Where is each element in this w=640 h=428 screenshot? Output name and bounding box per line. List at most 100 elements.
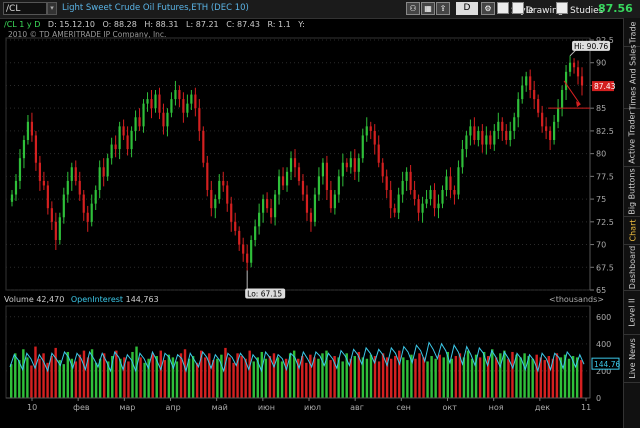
tab-level-ii[interactable]: Level II bbox=[624, 290, 640, 335]
volume-bar bbox=[264, 358, 268, 398]
tab-active-trader[interactable]: Active Trader bbox=[624, 108, 640, 167]
candle-body bbox=[130, 130, 133, 150]
candle-body bbox=[38, 162, 41, 181]
candle-body bbox=[309, 212, 313, 222]
volume-bar bbox=[284, 358, 288, 398]
time-axis-label: июн bbox=[258, 403, 275, 412]
volume-bar bbox=[280, 361, 284, 398]
candle-body bbox=[305, 194, 309, 213]
candle-body bbox=[576, 67, 580, 77]
volume-bar bbox=[163, 360, 167, 398]
volume-bar bbox=[422, 357, 425, 398]
volume-bar bbox=[353, 356, 357, 398]
volume-bar bbox=[183, 349, 187, 398]
time-axis-label: ноя bbox=[489, 403, 504, 412]
volume-bar bbox=[523, 353, 526, 398]
volume-bar bbox=[394, 356, 397, 398]
volume-bar bbox=[507, 358, 510, 398]
volume-bar bbox=[478, 357, 482, 398]
volume-bar bbox=[151, 353, 154, 398]
candle-body bbox=[533, 90, 536, 100]
candle-body bbox=[393, 208, 396, 213]
candle-body bbox=[473, 126, 476, 140]
candle-body bbox=[110, 144, 113, 159]
candle-body bbox=[262, 199, 265, 213]
volume-bar bbox=[139, 357, 142, 398]
candle-body bbox=[301, 180, 305, 195]
candle-body bbox=[553, 121, 556, 140]
candle-body bbox=[572, 62, 576, 68]
volume-bar bbox=[54, 347, 57, 398]
volume-bar bbox=[543, 360, 547, 398]
sidebar: Trade Times And Sales Active Trader Big … bbox=[623, 18, 640, 428]
candle-body bbox=[42, 180, 45, 186]
candle-body bbox=[501, 121, 504, 131]
candle-body bbox=[158, 94, 161, 113]
candle-body bbox=[202, 130, 205, 163]
volume-bar bbox=[34, 346, 37, 398]
volume-bar bbox=[22, 349, 25, 398]
price-chart[interactable]: 92.59087.58582.58077.57572.57067.565Hi: … bbox=[0, 0, 623, 428]
candle-body bbox=[325, 162, 328, 190]
volume-bar bbox=[143, 362, 146, 398]
candle-body bbox=[66, 180, 69, 195]
tab-dashboard[interactable]: Dashboard bbox=[624, 244, 640, 291]
candle-body bbox=[381, 162, 384, 177]
candle-body bbox=[170, 99, 173, 113]
volume-bar bbox=[10, 364, 13, 398]
volume-bar bbox=[365, 358, 369, 398]
volume-bar bbox=[454, 356, 458, 398]
hi-label: Hi: 90.76 bbox=[574, 42, 608, 51]
candle-body bbox=[321, 162, 325, 177]
volume-bar bbox=[204, 357, 207, 398]
candle-body bbox=[445, 176, 448, 190]
candle-body bbox=[94, 190, 97, 204]
candle-body bbox=[517, 99, 520, 118]
tab-chart[interactable]: Chart bbox=[624, 216, 640, 245]
volume-bar bbox=[50, 356, 53, 398]
volume-bar bbox=[224, 347, 227, 398]
volume-bar bbox=[252, 361, 255, 398]
candle-body bbox=[238, 230, 241, 245]
candle-body bbox=[313, 194, 317, 222]
candle-body bbox=[441, 190, 444, 204]
candle-body bbox=[453, 190, 456, 195]
candle-body bbox=[437, 203, 440, 209]
candle-body bbox=[560, 90, 564, 109]
candle-body bbox=[206, 162, 209, 190]
volume-bar bbox=[499, 353, 502, 398]
candle-body bbox=[329, 190, 332, 209]
price-axis-label: 70 bbox=[596, 241, 606, 250]
volume-bar bbox=[74, 361, 78, 398]
candle-body bbox=[234, 221, 237, 231]
candle-body bbox=[457, 167, 460, 195]
volume-bar bbox=[305, 362, 308, 398]
time-axis-label: дек bbox=[535, 403, 550, 412]
candle-body bbox=[50, 208, 53, 222]
volume-bar bbox=[94, 362, 98, 398]
candle-body bbox=[269, 208, 273, 218]
candle-body bbox=[194, 94, 197, 109]
candle-body bbox=[14, 180, 18, 195]
time-axis-label: апр bbox=[166, 403, 181, 412]
price-axis-label: 80 bbox=[596, 150, 606, 159]
tab-times-and-sales[interactable]: Times And Sales bbox=[624, 44, 640, 110]
candle-body bbox=[90, 203, 93, 222]
tab-trade[interactable]: Trade bbox=[624, 18, 640, 47]
candle-body bbox=[580, 76, 584, 86]
candle-body bbox=[417, 199, 420, 213]
volume-bar bbox=[515, 354, 518, 398]
candle-body bbox=[365, 126, 368, 136]
candle-body bbox=[218, 180, 221, 200]
candle-body bbox=[333, 194, 336, 209]
candle-body bbox=[425, 199, 428, 204]
tab-live-news[interactable]: Live News bbox=[624, 334, 640, 383]
candle-body bbox=[162, 112, 165, 127]
candle-body bbox=[82, 194, 85, 213]
price-axis-label: 75 bbox=[596, 195, 606, 204]
candle-body bbox=[509, 130, 512, 140]
candle-body bbox=[413, 190, 416, 200]
time-axis-label: окт bbox=[443, 403, 458, 412]
time-axis-label: сен bbox=[396, 403, 411, 412]
tab-big-buttons[interactable]: Big Buttons bbox=[624, 166, 640, 217]
